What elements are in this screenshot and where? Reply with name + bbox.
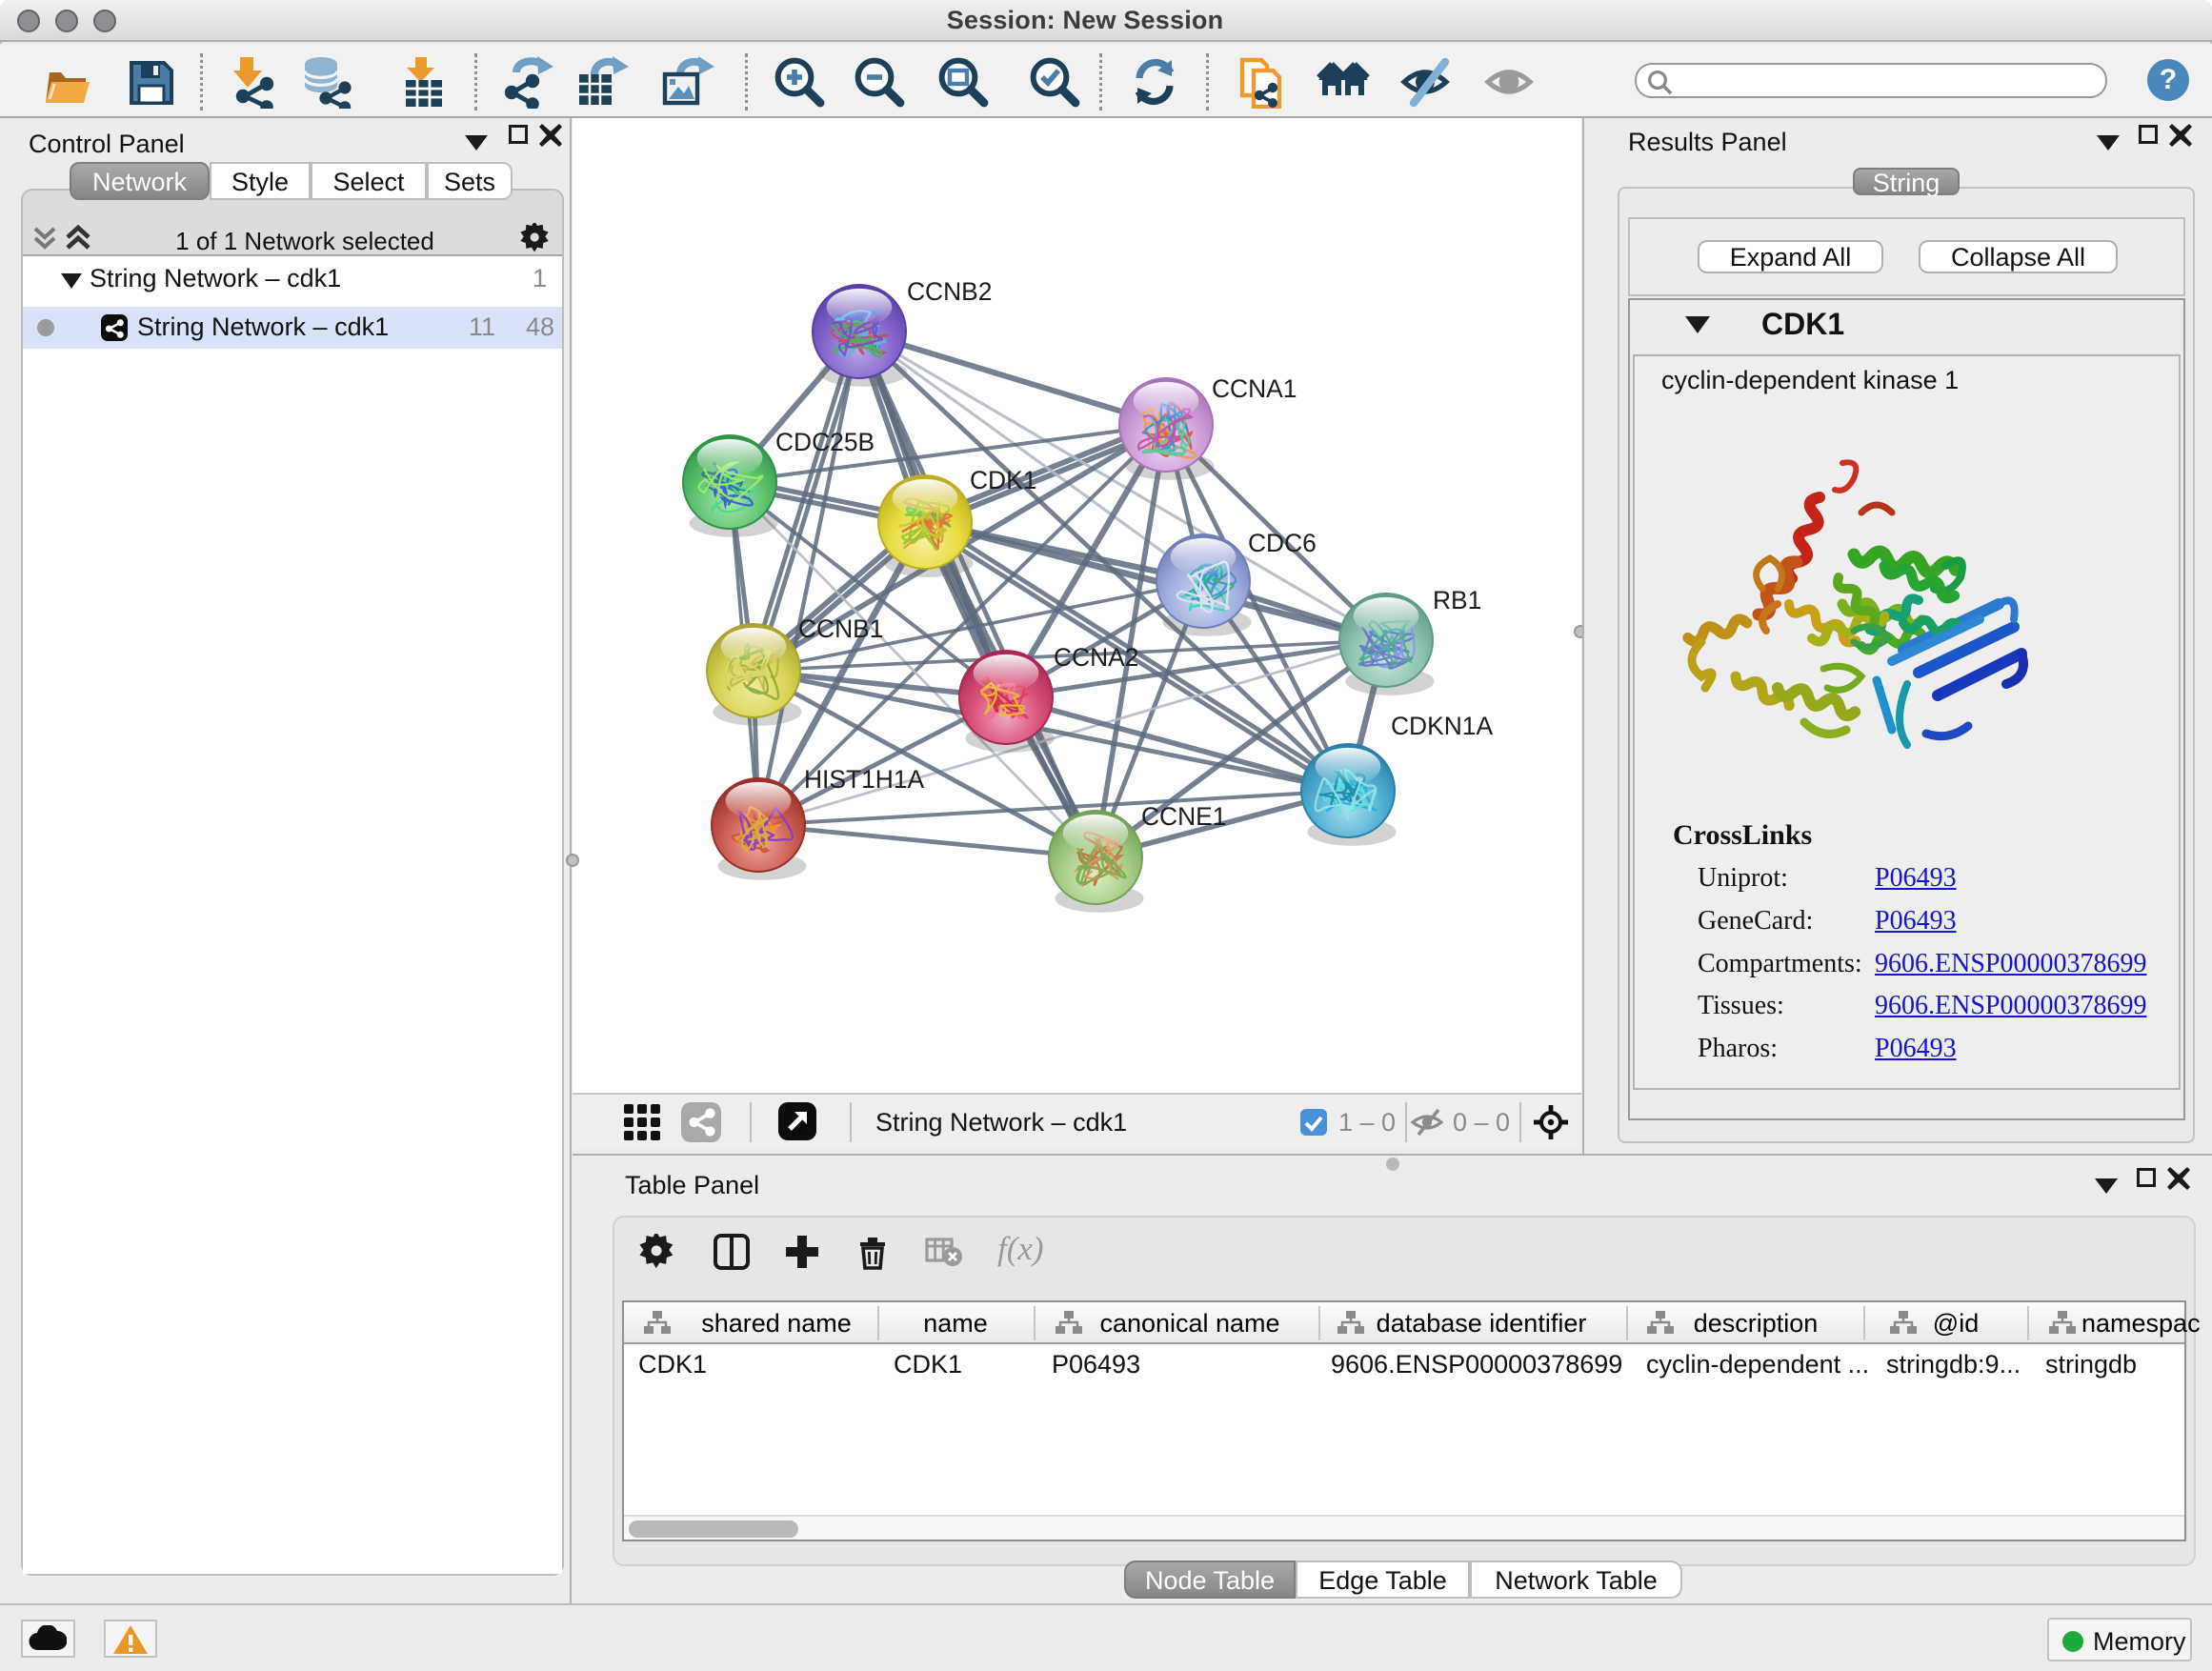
svg-text:HIST1H1A: HIST1H1A [804,765,925,794]
svg-text:CDKN1A: CDKN1A [1391,712,1493,740]
svg-text:CDC25B: CDC25B [775,428,875,456]
svg-text:CCNB2: CCNB2 [907,277,992,306]
svg-text:CCNE1: CCNE1 [1141,802,1226,831]
svg-text:CCNA1: CCNA1 [1212,374,1297,403]
svg-text:CCNA2: CCNA2 [1054,643,1138,672]
svg-text:CDK1: CDK1 [970,466,1036,494]
svg-text:CDC6: CDC6 [1248,529,1317,557]
svg-text:CCNB1: CCNB1 [798,614,883,643]
svg-text:RB1: RB1 [1433,586,1481,614]
